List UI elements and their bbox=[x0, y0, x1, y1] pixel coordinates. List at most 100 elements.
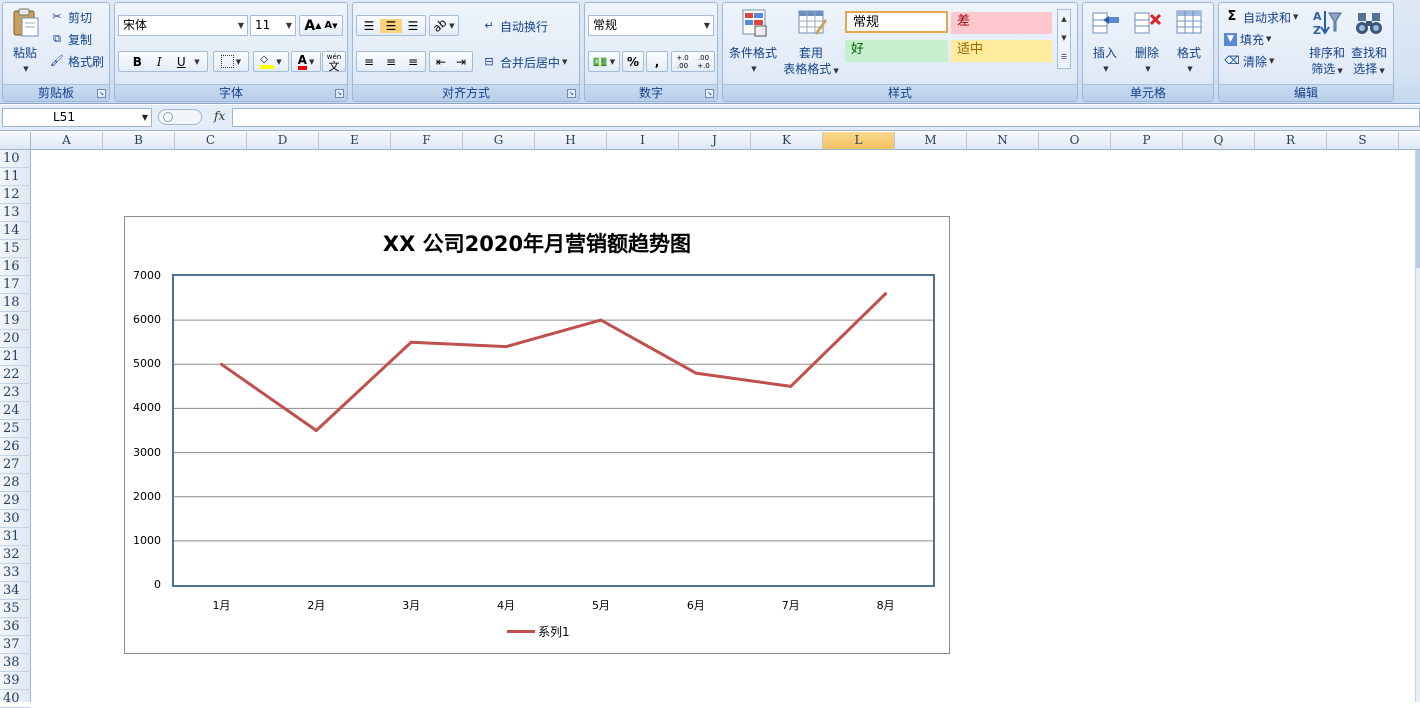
data-point-1-3[interactable] bbox=[409, 340, 413, 344]
font-name-combo[interactable]: 宋体 ▼ bbox=[118, 15, 248, 36]
chevron-down-icon[interactable]: ▼ bbox=[236, 58, 241, 66]
row-header-38[interactable]: 38 bbox=[0, 654, 31, 672]
style-neutral[interactable]: 适中 bbox=[951, 40, 1052, 62]
column-header-n[interactable]: N bbox=[967, 132, 1039, 149]
row-header-20[interactable]: 20 bbox=[0, 330, 31, 348]
column-header-c[interactable]: C bbox=[175, 132, 247, 149]
insert-function-icon[interactable]: fx bbox=[214, 109, 225, 123]
column-header-r[interactable]: R bbox=[1255, 132, 1327, 149]
border-button[interactable]: ▼ bbox=[213, 51, 249, 72]
autosum-button[interactable]: Σ 自动求和 ▼ bbox=[1224, 7, 1299, 27]
orientation-button[interactable]: ab ▼ bbox=[429, 15, 459, 36]
chart-title[interactable]: XX 公司2020年月营销额趋势图 bbox=[125, 228, 949, 258]
row-header-29[interactable]: 29 bbox=[0, 492, 31, 510]
formula-input[interactable] bbox=[232, 108, 1420, 127]
row-header-12[interactable]: 12 bbox=[0, 186, 31, 204]
column-header-k[interactable]: K bbox=[751, 132, 823, 149]
chevron-down-icon[interactable]: ▼ bbox=[1266, 35, 1271, 43]
row-header-26[interactable]: 26 bbox=[0, 438, 31, 456]
align-top-icon[interactable]: ☰ bbox=[358, 19, 380, 33]
chevron-down-icon[interactable]: ▼ bbox=[238, 16, 244, 35]
align-bottom-icon[interactable]: ☰ bbox=[402, 19, 424, 33]
delete-button[interactable]: 删除 ▼ bbox=[1127, 7, 1167, 77]
legend[interactable]: 系列1 bbox=[507, 623, 570, 640]
copy-button[interactable]: ⧉ 复制 bbox=[49, 29, 92, 49]
data-point-1-7[interactable] bbox=[789, 384, 793, 388]
style-good[interactable]: 好 bbox=[845, 40, 948, 62]
row-header-10[interactable]: 10 bbox=[0, 150, 31, 168]
column-header-o[interactable]: O bbox=[1039, 132, 1111, 149]
wrap-text-button[interactable]: ↵ 自动换行 bbox=[481, 16, 548, 36]
row-header-23[interactable]: 23 bbox=[0, 384, 31, 402]
decrease-indent-icon[interactable]: ⇤ bbox=[431, 55, 451, 69]
find-select-button[interactable]: 查找和 选择 ▼ bbox=[1349, 7, 1389, 79]
chevron-down-icon[interactable]: ▼ bbox=[1337, 67, 1342, 75]
sort-filter-button[interactable]: A Z 排序和 筛选 ▼ bbox=[1307, 7, 1347, 79]
data-point-1-8[interactable] bbox=[884, 292, 888, 296]
chevron-down-icon[interactable]: ▼ bbox=[610, 58, 615, 66]
chevron-down-icon[interactable]: ▼ bbox=[1058, 29, 1070, 48]
column-header-s[interactable]: S bbox=[1327, 132, 1399, 149]
underline-button[interactable]: U bbox=[170, 55, 192, 69]
paste-button[interactable]: 粘贴 ▼ bbox=[7, 7, 43, 77]
paste-dropdown-icon[interactable]: ▼ bbox=[9, 61, 43, 77]
column-header-p[interactable]: P bbox=[1111, 132, 1183, 149]
row-header-18[interactable]: 18 bbox=[0, 294, 31, 312]
chevron-down-icon[interactable]: ▼ bbox=[1379, 67, 1384, 75]
formula-splitter[interactable] bbox=[158, 109, 202, 125]
row-header-34[interactable]: 34 bbox=[0, 582, 31, 600]
column-header-g[interactable]: G bbox=[463, 132, 535, 149]
data-point-1-1[interactable] bbox=[219, 362, 223, 366]
font-color-button[interactable]: A ▼ bbox=[291, 51, 321, 72]
grow-font-button[interactable]: A ▲ A ▼ bbox=[299, 15, 343, 36]
line-chart[interactable]: XX 公司2020年月营销额趋势图 0 1000 2000 3000 4000 5000 6… bbox=[124, 216, 950, 654]
fill-button[interactable]: ▼ 填充 ▼ bbox=[1224, 29, 1271, 49]
row-header-37[interactable]: 37 bbox=[0, 636, 31, 654]
comma-button[interactable]: , bbox=[646, 51, 668, 72]
column-header-l[interactable]: L bbox=[823, 132, 895, 149]
font-launcher-icon[interactable]: ↘ bbox=[335, 89, 344, 98]
format-painter-button[interactable]: 🖌 格式刷 bbox=[49, 51, 104, 71]
chevron-down-icon[interactable]: ▼ bbox=[562, 58, 567, 66]
row-header-31[interactable]: 31 bbox=[0, 528, 31, 546]
insert-button[interactable]: 插入 ▼ bbox=[1085, 7, 1125, 77]
row-header-21[interactable]: 21 bbox=[0, 348, 31, 366]
chevron-down-icon[interactable]: ▼ bbox=[727, 61, 781, 77]
increase-decimal-icon[interactable]: +.0 .00 bbox=[672, 54, 693, 70]
column-header-d[interactable]: D bbox=[247, 132, 319, 149]
chevron-down-icon[interactable]: ▼ bbox=[1269, 57, 1274, 65]
cut-button[interactable]: ✂ 剪切 bbox=[49, 7, 92, 27]
row-header-24[interactable]: 24 bbox=[0, 402, 31, 420]
scrollbar-thumb[interactable] bbox=[1416, 150, 1420, 268]
row-header-11[interactable]: 11 bbox=[0, 168, 31, 186]
row-header-17[interactable]: 17 bbox=[0, 276, 31, 294]
style-gallery-scroll[interactable]: ▲ ▼ ☰ bbox=[1057, 9, 1071, 69]
chevron-down-icon[interactable]: ▼ bbox=[1293, 13, 1298, 21]
clear-button[interactable]: ⌫ 清除 ▼ bbox=[1224, 51, 1274, 71]
chevron-down-icon[interactable]: ▼ bbox=[286, 16, 292, 35]
style-bad[interactable]: 差 bbox=[951, 12, 1052, 34]
row-header-13[interactable]: 13 bbox=[0, 204, 31, 222]
data-point-1-4[interactable] bbox=[504, 345, 508, 349]
conditional-format-button[interactable]: 条件格式 ▼ bbox=[725, 7, 781, 77]
select-all-corner[interactable] bbox=[0, 132, 31, 149]
plot-area[interactable] bbox=[172, 274, 935, 587]
chevron-down-icon[interactable]: ▼ bbox=[704, 16, 710, 35]
phonetic-button[interactable]: wén 文 bbox=[322, 51, 346, 72]
chevron-down-icon[interactable]: ▼ bbox=[1087, 61, 1125, 77]
row-header-36[interactable]: 36 bbox=[0, 618, 31, 636]
row-header-39[interactable]: 39 bbox=[0, 672, 31, 690]
row-header-19[interactable]: 19 bbox=[0, 312, 31, 330]
more-icon[interactable]: ☰ bbox=[1058, 48, 1070, 67]
chevron-down-icon[interactable]: ▼ bbox=[142, 109, 148, 126]
increase-indent-icon[interactable]: ⇥ bbox=[451, 55, 471, 69]
row-header-30[interactable]: 30 bbox=[0, 510, 31, 528]
column-header-f[interactable]: F bbox=[391, 132, 463, 149]
row-header-15[interactable]: 15 bbox=[0, 240, 31, 258]
merge-center-button[interactable]: ⊟ 合并后居中 ▼ bbox=[481, 52, 567, 72]
currency-button[interactable]: 💵 ▼ bbox=[588, 51, 620, 72]
chevron-down-icon[interactable]: ▼ bbox=[1171, 61, 1209, 77]
fill-color-button[interactable]: ◇ ▼ bbox=[253, 51, 289, 72]
column-header-e[interactable]: E bbox=[319, 132, 391, 149]
row-header-28[interactable]: 28 bbox=[0, 474, 31, 492]
